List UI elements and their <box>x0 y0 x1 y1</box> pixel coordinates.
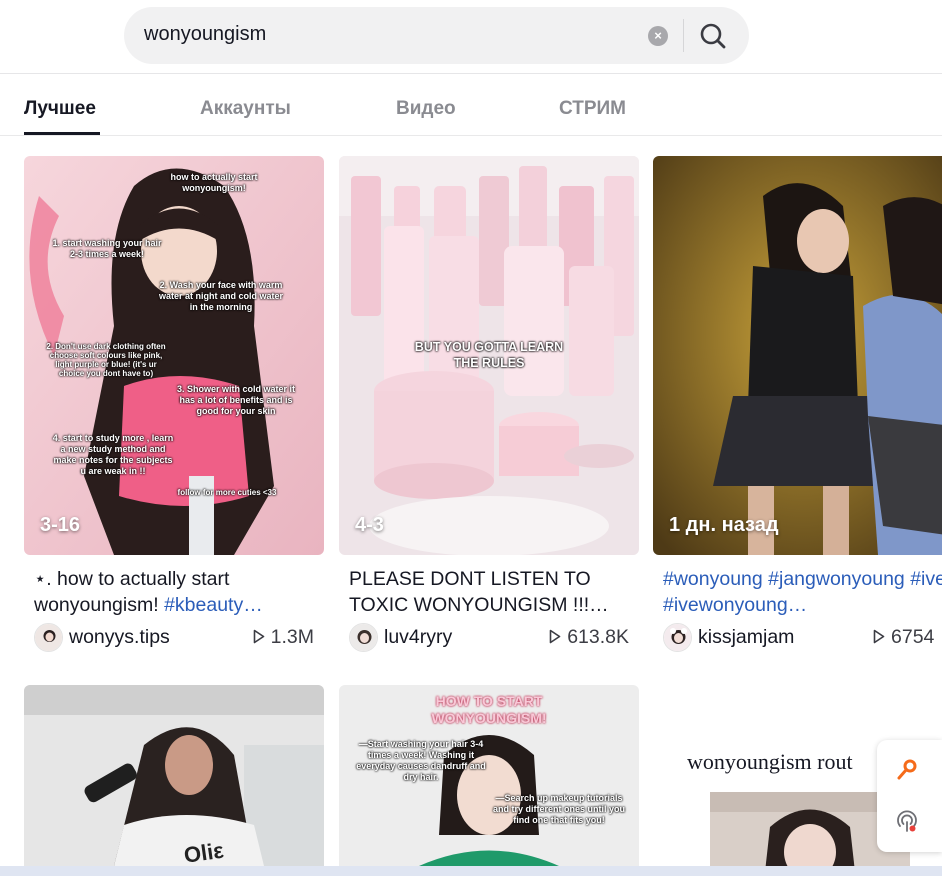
video-card[interactable]: BUT YOU GOTTA LEARN THE RULES 4-3 PLEASE… <box>339 156 639 652</box>
video-timestamp: 4-3 <box>355 514 384 536</box>
search-bar[interactable]: wonyoungism × <box>124 7 749 64</box>
taskbar-strip <box>0 866 942 876</box>
tab-top[interactable]: Лучшее <box>24 98 96 120</box>
clear-icon[interactable]: × <box>648 26 668 46</box>
caption-tags[interactable]: #wonyoung #jangwonyoung #ive #ivewonyoun… <box>663 568 942 616</box>
svg-text:Oliε: Oliε <box>182 838 225 866</box>
view-count-value: 6754 <box>891 626 935 648</box>
video-card[interactable]: 1 дн. назад #wonyoung #jangwonyoung #ive… <box>653 156 942 652</box>
username[interactable]: luv4ryry <box>384 626 452 649</box>
view-count-value: 613.8K <box>567 626 629 648</box>
video-caption[interactable]: PLEASE DONT LISTEN TO TOXIC WONYOUNGISM … <box>349 566 639 618</box>
view-count: 613.8K <box>549 626 629 649</box>
tab-live[interactable]: СТРИМ <box>559 98 626 120</box>
avatar[interactable] <box>663 623 692 652</box>
play-icon <box>549 629 561 644</box>
thumbnail-art <box>653 156 942 555</box>
overlay-title: wonyoungism rout <box>687 749 853 774</box>
tabs-divider <box>0 135 942 136</box>
search-input[interactable]: wonyoungism <box>144 23 266 46</box>
video-timestamp: 3-16 <box>40 514 81 536</box>
overlay-tip: —Search up makeup tutorials and try diff… <box>493 793 626 825</box>
video-caption[interactable]: ⋆. how to actually start wonyoungism! #k… <box>34 566 324 618</box>
video-timestamp: 1 дн. назад <box>669 514 779 536</box>
key-icon[interactable] <box>895 758 919 782</box>
overlay-title: how to actually start wonyoungism! <box>170 172 258 193</box>
video-meta: wonyys.tips 1.3M <box>34 623 324 653</box>
header-divider <box>0 73 942 74</box>
video-caption[interactable]: #wonyoung #jangwonyoung #ive #ivewonyoun… <box>663 566 942 618</box>
overlay-title: HOW TO START WONYOUNGISM! <box>431 693 547 726</box>
username[interactable]: wonyys.tips <box>69 626 170 649</box>
play-icon <box>873 629 885 644</box>
video-card-clip: 1 дн. назад #wonyoung #jangwonyoung #ive… <box>653 156 942 676</box>
view-count-value: 1.3M <box>270 626 314 648</box>
thumbnail-art: Oliε <box>24 685 324 866</box>
video-thumbnail[interactable]: 1 дн. назад <box>653 156 942 555</box>
search-divider <box>683 19 684 52</box>
video-thumbnail[interactable]: Oliε <box>24 685 324 866</box>
caption-tags[interactable]: #kbeauty… <box>164 594 263 616</box>
video-meta: luv4ryry 613.8K <box>349 623 639 653</box>
video-thumbnail[interactable]: BUT YOU GOTTA LEARN THE RULES 4-3 <box>339 156 639 555</box>
overlay-tip: 1. start washing your hair 2-3 times a w… <box>52 238 162 259</box>
overlay-tip: 3. Shower with cold water it has a lot o… <box>176 384 296 416</box>
search-icon[interactable] <box>698 21 728 51</box>
avatar[interactable] <box>349 623 378 652</box>
overlay-tip: 2. Don't use dark clothing often choose … <box>46 342 166 378</box>
video-card[interactable]: how to actually start wonyoungism! 1. st… <box>24 156 324 652</box>
overlay-line: THE RULES <box>453 356 525 370</box>
overlay-tip: —Start washing your hair 3-4 times a wee… <box>356 739 486 782</box>
overlay-tip: 2. Wash your face with warm water at nig… <box>158 280 284 312</box>
overlay-line: BUT YOU GOTTA LEARN <box>414 340 564 354</box>
floating-action-panel <box>877 740 942 852</box>
username[interactable]: kissjamjam <box>698 626 794 649</box>
caption-text: PLEASE DONT LISTEN TO TOXIC WONYOUNGISM … <box>349 568 609 616</box>
video-thumbnail[interactable]: how to actually start wonyoungism! 1. st… <box>24 156 324 555</box>
play-icon <box>253 629 264 644</box>
video-meta: kissjamjam 6754 <box>663 623 942 653</box>
broadcast-icon[interactable] <box>895 810 919 834</box>
avatar[interactable] <box>34 623 63 652</box>
tab-videos[interactable]: Видео <box>396 98 456 120</box>
overlay-tip: 4. start to study more , learn a new stu… <box>52 433 174 476</box>
view-count: 6754 <box>873 626 934 649</box>
view-count: 1.3M <box>253 626 314 649</box>
overlay-footer: follow for more cuties <33 <box>177 488 277 497</box>
video-thumbnail[interactable]: HOW TO START WONYOUNGISM! —Start washing… <box>339 685 639 866</box>
tab-accounts[interactable]: Аккаунты <box>200 98 291 120</box>
